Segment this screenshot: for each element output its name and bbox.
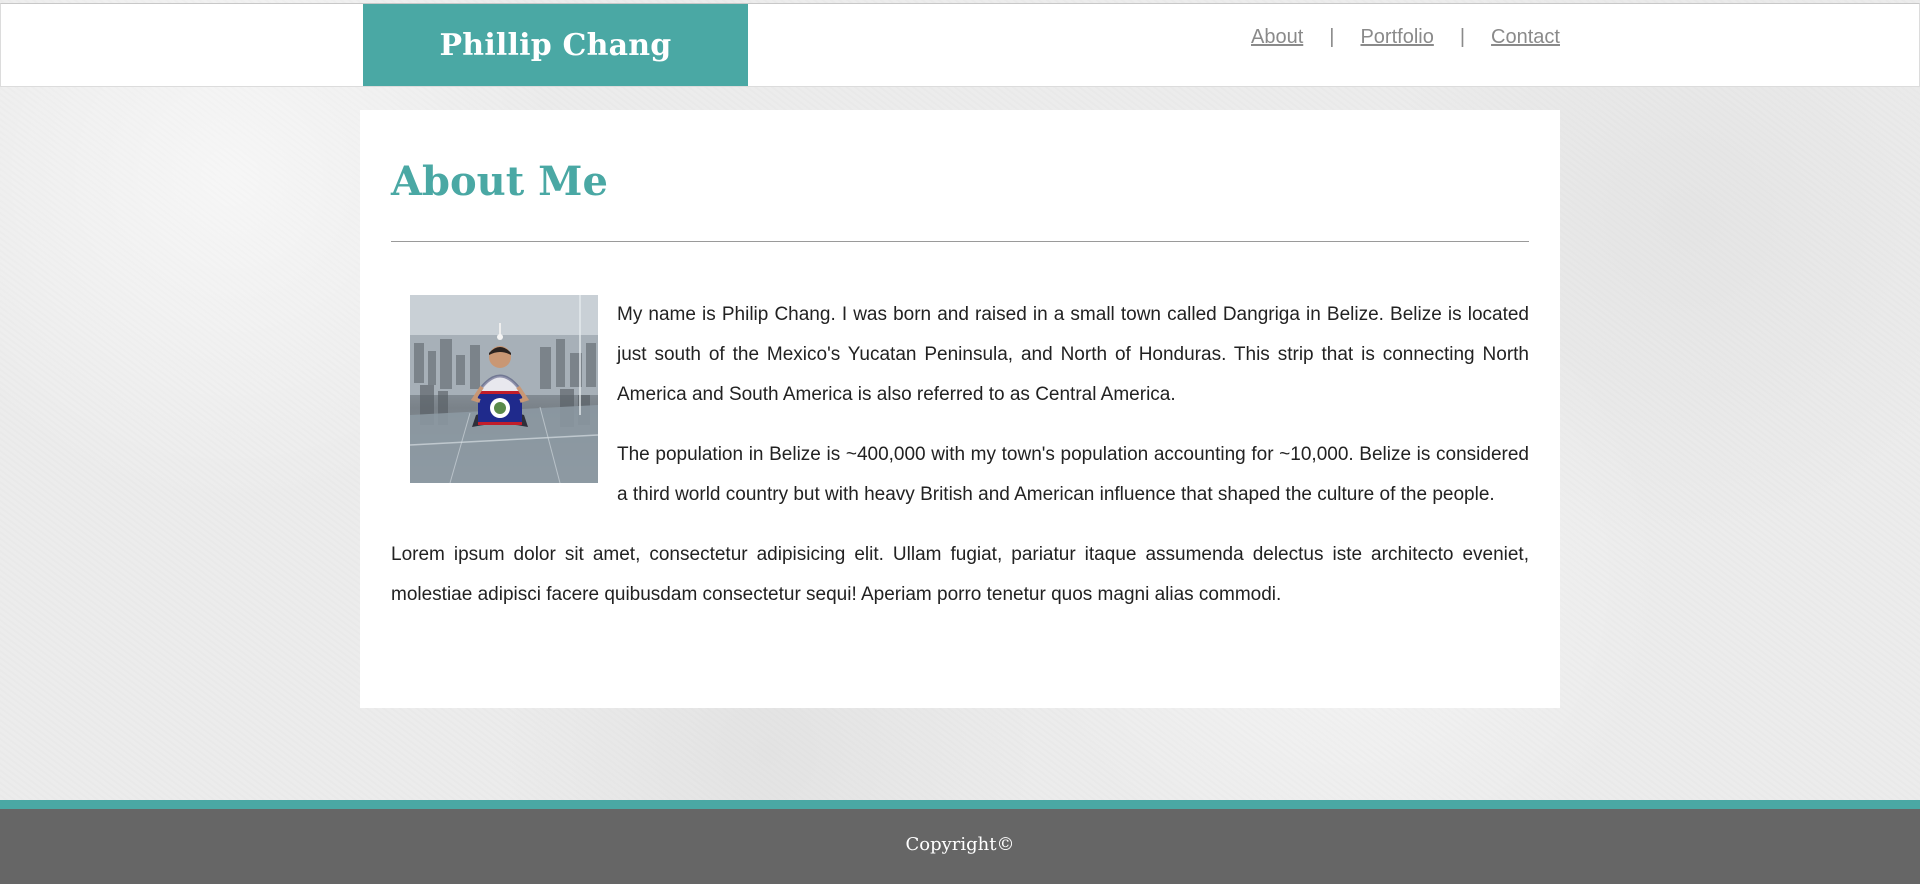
brand-name[interactable]: Phillip Chang — [440, 28, 672, 63]
nav-separator: | — [1329, 26, 1335, 48]
brand-logo[interactable]: Phillip Chang — [363, 4, 748, 86]
copyright-text: Copyright© — [905, 834, 1015, 855]
nav-link-portfolio[interactable]: Portfolio — [1360, 26, 1433, 49]
footer-accent-stripe — [0, 800, 1920, 809]
nav-link-contact[interactable]: Contact — [1491, 26, 1560, 49]
title-divider — [391, 241, 1529, 242]
page-title: About Me — [391, 158, 608, 205]
content-card: About Me My name is Philip Chang. I was … — [360, 110, 1560, 708]
about-article: My name is Philip Chang. I was born and … — [391, 295, 1529, 635]
profile-photo — [410, 295, 598, 483]
nav-link-about[interactable]: About — [1251, 26, 1303, 49]
profile-photo-image — [410, 295, 598, 483]
site-footer: Copyright© — [0, 809, 1920, 884]
site-header: Phillip Chang About | Portfolio | Contac… — [0, 3, 1920, 87]
nav-separator: | — [1459, 26, 1466, 48]
main-nav: About | Portfolio | Contact — [1251, 26, 1560, 49]
paragraph-lorem: Lorem ipsum dolor sit amet, consectetur … — [391, 544, 1529, 605]
